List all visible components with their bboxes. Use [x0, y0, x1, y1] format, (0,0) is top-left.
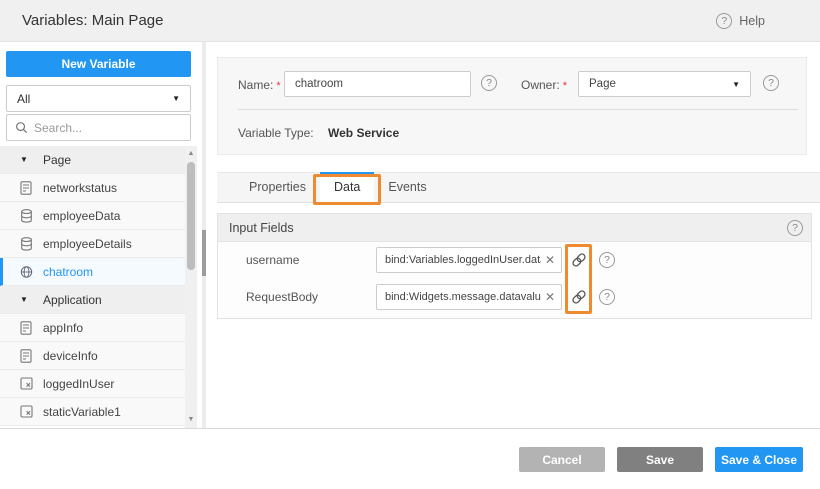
main-scrollbar-thumb[interactable] — [202, 230, 206, 276]
cancel-button[interactable]: Cancel — [519, 447, 605, 472]
scroll-up-icon[interactable]: ▲ — [185, 148, 197, 160]
help-link[interactable]: ? Help — [716, 0, 765, 42]
variable-tree: ▼ Page networkstatus employeeData employ… — [0, 146, 197, 426]
save-button[interactable]: Save — [617, 447, 703, 472]
chevron-down-icon: ▼ — [172, 94, 180, 103]
name-help-icon[interactable]: ? — [481, 75, 497, 91]
tree-item-label: chatroom — [43, 265, 93, 279]
tree-item-chatroom[interactable]: chatroom — [0, 258, 197, 286]
tree-item-label: networkstatus — [43, 181, 117, 195]
required-marker: * — [563, 80, 567, 92]
input-fields-header: Input Fields ? — [218, 214, 811, 242]
owner-label: Owner:* — [521, 78, 567, 92]
search-input[interactable] — [34, 121, 189, 135]
chevron-down-icon: ▼ — [732, 80, 740, 89]
tree-item-label: deviceInfo — [43, 349, 98, 363]
tree-item-networkstatus[interactable]: networkstatus — [0, 174, 197, 202]
tree-item-employeeDetails[interactable]: employeeDetails — [0, 230, 197, 258]
tree-group-page[interactable]: ▼ Page — [0, 146, 197, 174]
static-variable-icon — [20, 405, 33, 418]
tree-item-label: staticVariable1 — [43, 405, 121, 419]
tree-group-label: Page — [43, 153, 71, 167]
variables-sidebar: New Variable All ▼ ▼ Page networkstatus … — [0, 42, 202, 428]
form-divider — [238, 109, 798, 110]
filter-selected-value: All — [17, 92, 30, 106]
tree-item-loggedInUser[interactable]: loggedInUser — [0, 370, 197, 398]
panel-divider — [202, 42, 206, 428]
clear-binding-icon[interactable]: ✕ — [542, 252, 558, 268]
bind-expression-input[interactable] — [377, 248, 561, 272]
clear-binding-icon[interactable]: ✕ — [542, 289, 558, 305]
bind-link-icon[interactable] — [571, 252, 587, 268]
help-label: Help — [739, 14, 765, 28]
name-label: Name:* — [238, 78, 281, 92]
tab-events[interactable]: Events — [374, 173, 440, 202]
web-service-variable-icon — [20, 265, 33, 279]
variable-filter-select[interactable]: All ▼ — [6, 85, 191, 112]
scroll-down-icon[interactable]: ▼ — [185, 414, 197, 426]
tab-properties[interactable]: Properties — [235, 173, 320, 202]
editor-tabbar: Properties Data Events — [217, 172, 820, 203]
owner-select[interactable]: Page ▼ — [578, 71, 751, 97]
variable-type-label: Variable Type: — [238, 126, 314, 140]
sidebar-scrollbar[interactable]: ▲ ▼ — [185, 146, 197, 428]
tree-item-deviceInfo[interactable]: deviceInfo — [0, 342, 197, 370]
database-variable-icon — [20, 237, 33, 251]
bind-link-icon[interactable] — [571, 289, 587, 305]
variable-editor: Name:* ? Owner:* Page ▼ ? Variable Type:… — [217, 42, 820, 428]
footer-divider — [0, 428, 820, 429]
page-title: Variables: Main Page — [22, 0, 163, 42]
field-label: username — [246, 253, 299, 267]
variable-type-value: Web Service — [328, 126, 399, 140]
input-fields-panel: Input Fields ? username ✕ ? RequestBody … — [217, 213, 812, 319]
help-icon: ? — [716, 13, 732, 29]
title-bar: Variables: Main Page ? Help — [0, 0, 820, 42]
tree-item-label: employeeData — [43, 209, 120, 223]
tree-group-application[interactable]: ▼ Application — [0, 286, 197, 314]
name-field[interactable] — [284, 71, 471, 97]
new-variable-button[interactable]: New Variable — [6, 51, 191, 77]
field-label: RequestBody — [246, 290, 318, 304]
tree-item-label: loggedInUser — [43, 377, 114, 391]
tree-item-staticVariable1[interactable]: staticVariable1 — [0, 398, 197, 426]
static-variable-icon — [20, 377, 33, 390]
bind-expression-field[interactable]: ✕ — [376, 247, 562, 273]
device-variable-icon — [20, 181, 33, 195]
input-fields-title: Input Fields — [229, 221, 294, 235]
required-marker: * — [276, 80, 280, 92]
device-variable-icon — [20, 349, 33, 363]
sidebar-scrollbar-thumb[interactable] — [187, 162, 195, 270]
device-variable-icon — [20, 321, 33, 335]
tab-data[interactable]: Data — [320, 173, 374, 202]
tree-item-label: appInfo — [43, 321, 83, 335]
caret-down-icon: ▼ — [20, 155, 33, 164]
database-variable-icon — [20, 209, 33, 223]
bind-expression-input[interactable] — [377, 285, 561, 309]
field-help-icon[interactable]: ? — [599, 252, 615, 268]
tree-item-appInfo[interactable]: appInfo — [0, 314, 197, 342]
save-and-close-button[interactable]: Save & Close — [715, 447, 803, 472]
tree-group-label: Application — [43, 293, 102, 307]
owner-help-icon[interactable]: ? — [763, 75, 779, 91]
bind-expression-field[interactable]: ✕ — [376, 284, 562, 310]
tree-item-employeeData[interactable]: employeeData — [0, 202, 197, 230]
active-tab-indicator — [320, 172, 374, 175]
variable-search[interactable] — [6, 114, 191, 141]
search-icon — [15, 121, 28, 134]
field-help-icon[interactable]: ? — [599, 289, 615, 305]
owner-selected-value: Page — [589, 78, 616, 90]
variable-summary-panel: Name:* ? Owner:* Page ▼ ? Variable Type:… — [217, 57, 807, 155]
tree-item-label: employeeDetails — [43, 237, 132, 251]
input-fields-help-icon[interactable]: ? — [787, 220, 803, 236]
caret-down-icon: ▼ — [20, 295, 33, 304]
